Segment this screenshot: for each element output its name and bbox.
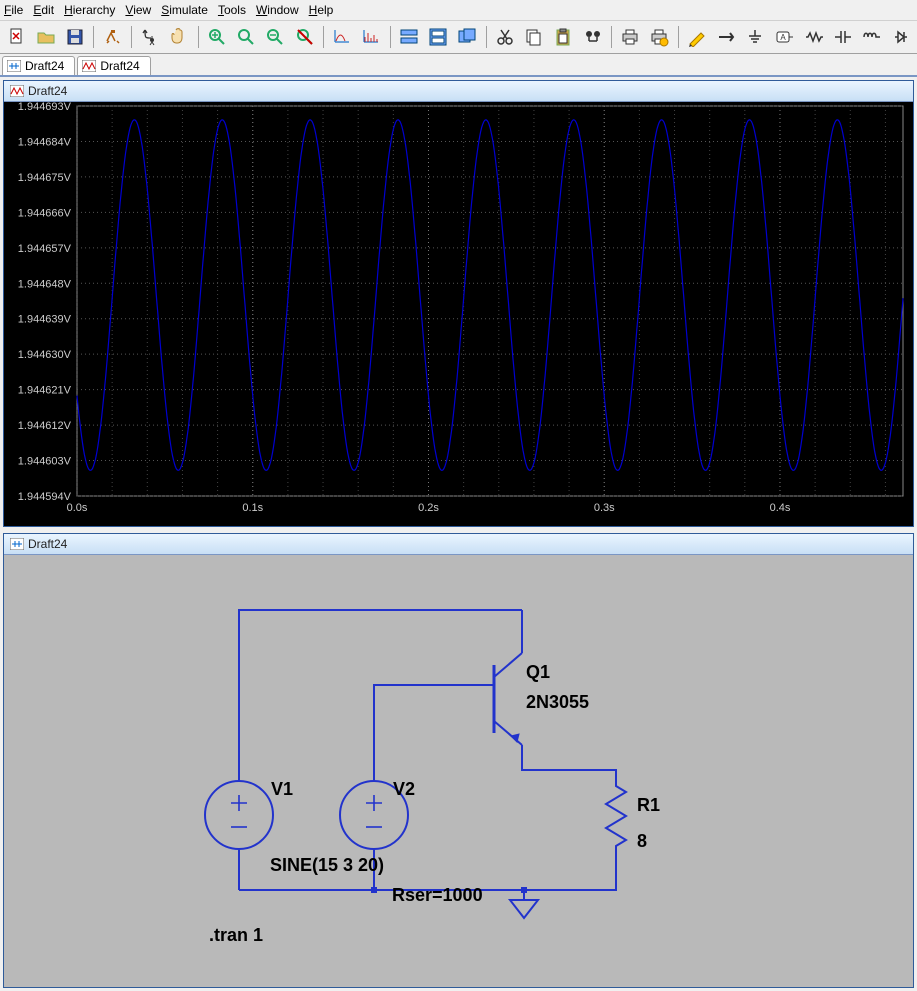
label-v2[interactable]: V2 [393,779,415,800]
toolbar-label-net-button[interactable]: A [772,24,797,50]
plot-pane-body[interactable]: 1.944693V 1.944684V 1.944675V 1.944666V 1.94… [4,102,913,526]
svg-text:1.944693V: 1.944693V [18,102,72,113]
svg-text:A: A [780,33,786,42]
toolbar-separator [93,26,94,48]
schematic-drawing[interactable] [4,555,909,975]
menu-simulate[interactable]: Simulate [157,2,212,18]
toolbar-find-button[interactable] [580,24,605,50]
schematic-pane-title: Draft24 [4,534,913,555]
tab-label: Draft24 [100,59,139,73]
menu-tools[interactable]: Tools [214,2,250,18]
label-v2-sine[interactable]: SINE(15 3 20) [270,855,384,876]
tab-draft24-schematic[interactable]: Draft24 [2,56,75,75]
waveform-plot[interactable]: 1.944693V 1.944684V 1.944675V 1.944666V 1.94… [4,102,909,520]
svg-text:0.4s: 0.4s [770,502,791,514]
svg-text:0.3s: 0.3s [594,502,615,514]
menu-edit[interactable]: Edit [29,2,58,18]
toolbar-autorange-button[interactable] [330,24,355,50]
svg-text:1.944630V: 1.944630V [18,349,72,361]
toolbar-resistor-button[interactable] [801,24,826,50]
toolbar: A [0,21,917,54]
toolbar-wire-button[interactable] [714,24,739,50]
svg-text:1.944639V: 1.944639V [18,314,72,326]
svg-text:0.1s: 0.1s [242,502,263,514]
toolbar-paste-button[interactable] [551,24,576,50]
svg-text:1.944666V: 1.944666V [18,207,72,219]
label-rser[interactable]: Rser=1000 [392,885,483,906]
svg-text:1.944594V: 1.944594V [18,491,72,503]
svg-text:1.944657V: 1.944657V [18,243,72,255]
toolbar-open-button[interactable] [33,24,58,50]
toolbar-run-button[interactable] [138,24,163,50]
schematic-pane-frame: Draft24 V1 V2 SINE(15 3 20) Rser=1000 Q1… [3,533,914,988]
toolbar-separator [390,26,391,48]
svg-text:1.944684V: 1.944684V [18,136,72,148]
document-tab-row: Draft24 Draft24 [0,54,917,77]
toolbar-ground-button[interactable] [743,24,768,50]
tab-label: Draft24 [25,59,64,73]
toolbar-separator [323,26,324,48]
svg-text:0.0s: 0.0s [67,502,88,514]
toolbar-diode-button[interactable] [888,24,913,50]
menu-help[interactable]: Help [305,2,338,18]
menu-window[interactable]: Window [252,2,303,18]
label-r1[interactable]: R1 [637,795,660,816]
toolbar-draw-button[interactable] [685,24,710,50]
plot-icon [82,60,96,72]
toolbar-separator [486,26,487,48]
menu-file[interactable]: File [0,2,27,18]
toolbar-zoom-out-button[interactable] [263,24,288,50]
toolbar-fft-button[interactable] [359,24,384,50]
label-v1[interactable]: V1 [271,779,293,800]
toolbar-print-setup-button[interactable] [647,24,672,50]
svg-text:1.944648V: 1.944648V [18,278,72,290]
toolbar-zoom-in-button[interactable] [205,24,230,50]
toolbar-new-button[interactable] [4,24,29,50]
toolbar-tile-c-button[interactable] [455,24,480,50]
plot-icon [10,85,24,97]
toolbar-cut-button[interactable] [493,24,518,50]
toolbar-separator [198,26,199,48]
plot-pane-title-text: Draft24 [28,84,67,98]
schematic-pane-title-text: Draft24 [28,537,67,551]
label-directive[interactable]: .tran 1 [209,925,263,946]
toolbar-print-button[interactable] [618,24,643,50]
schematic-icon [10,538,24,550]
menu-hierarchy[interactable]: Hierarchy [60,2,119,18]
svg-text:0.2s: 0.2s [418,502,439,514]
svg-text:1.944603V: 1.944603V [18,456,72,468]
label-q1-model[interactable]: 2N3055 [526,692,589,713]
toolbar-zoom-fit-button[interactable] [234,24,259,50]
toolbar-separator [611,26,612,48]
toolbar-zoom-clear-button[interactable] [292,24,317,50]
toolbar-inductor-button[interactable] [859,24,884,50]
toolbar-pan-button[interactable] [167,24,192,50]
schematic-canvas[interactable]: V1 V2 SINE(15 3 20) Rser=1000 Q1 2N3055 … [4,555,913,987]
toolbar-tile-h-button[interactable] [397,24,422,50]
tab-draft24-plot[interactable]: Draft24 [77,56,150,75]
label-r1-val[interactable]: 8 [637,831,647,852]
svg-text:1.944675V: 1.944675V [18,172,72,184]
schematic-icon [7,60,21,72]
plot-pane-frame: Draft24 1.944693V1.944684V1.944675V1.944… [3,80,914,527]
svg-text:1.944612V: 1.944612V [18,420,72,432]
menu-view[interactable]: View [121,2,155,18]
toolbar-copy-button[interactable] [522,24,547,50]
menubar: FileEditHierarchyViewSimulateToolsWindow… [0,0,917,21]
toolbar-tile-v-button[interactable] [426,24,451,50]
svg-text:1.944621V: 1.944621V [18,385,72,397]
plot-pane-title: Draft24 [4,81,913,102]
toolbar-capacitor-button[interactable] [830,24,855,50]
label-q1[interactable]: Q1 [526,662,550,683]
toolbar-separator [678,26,679,48]
toolbar-control-panel-button[interactable] [100,24,125,50]
toolbar-save-button[interactable] [62,24,87,50]
toolbar-separator [131,26,132,48]
